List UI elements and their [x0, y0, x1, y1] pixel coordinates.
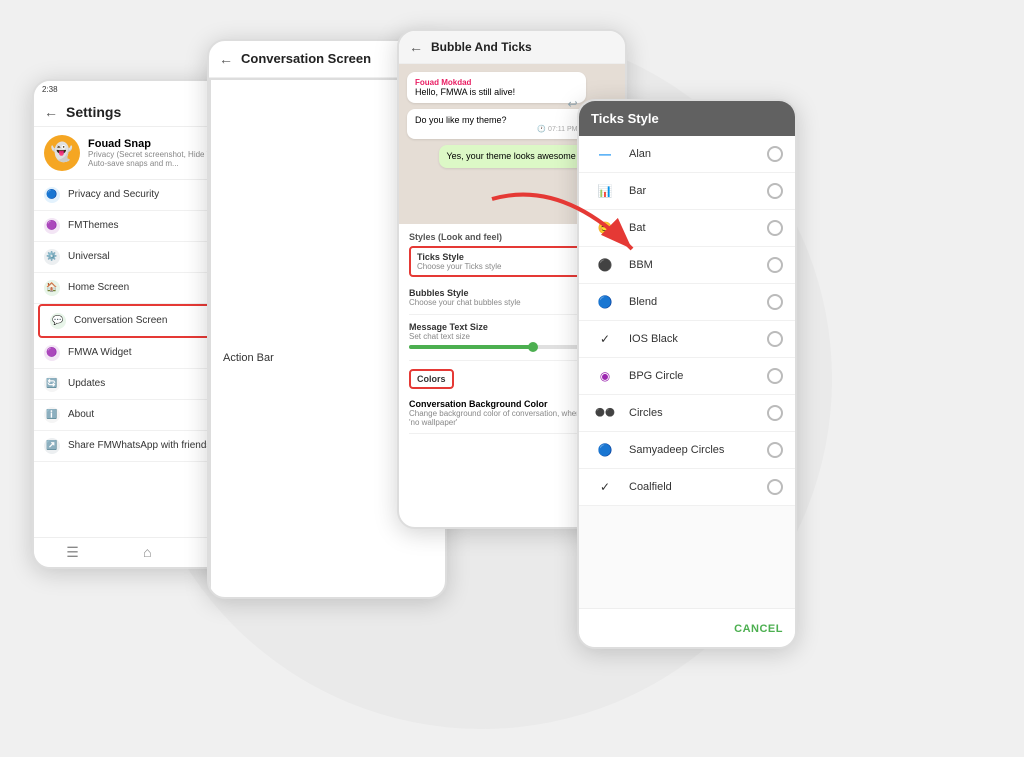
samyadeep-icon: 🔵 [591, 443, 619, 457]
conversation-icon: 💬 [50, 313, 66, 329]
back-arrow-icon[interactable]: ← [409, 39, 423, 55]
circles-icon: ⚫⚫ [591, 408, 619, 417]
alan-icon: — [591, 147, 619, 161]
menu-label-privacy: Privacy and Security [68, 189, 159, 200]
coalfield-icon: ✓ [591, 480, 619, 494]
menu-label-homescreen: Home Screen [68, 282, 129, 293]
cancel-button[interactable]: CANCEL [734, 623, 783, 635]
menu-label-universal: Universal [68, 251, 110, 262]
ticks-style-screen-title: Ticks Style [591, 111, 659, 126]
circles-radio[interactable] [767, 405, 783, 421]
blend-label: Blend [629, 296, 767, 308]
widget-icon: 🟣 [44, 345, 60, 361]
cancel-bar: CANCEL [579, 608, 795, 647]
tick-item-bbm[interactable]: ⚫ BBM [579, 247, 795, 284]
message-time: 🕐 07:11 PM [415, 125, 578, 133]
bar-radio[interactable] [767, 183, 783, 199]
updates-icon: 🔄 [44, 376, 60, 392]
tick-item-blend[interactable]: 🔵 Blend [579, 284, 795, 321]
bbm-label: BBM [629, 259, 767, 271]
chat-bubble-1: Fouad Mokdad Hello, FMWA is still alive!… [407, 72, 586, 103]
msg-size-title: Message Text Size [409, 322, 488, 332]
coalfield-label: Coalfield [629, 481, 767, 493]
blend-icon: 🔵 [591, 295, 619, 309]
menu-label-conversation: Conversation Screen [74, 315, 167, 326]
bat-icon: 😊 [591, 221, 619, 235]
action-bar-label: Action Bar [223, 352, 274, 364]
universal-icon: ⚙️ [44, 249, 60, 265]
ios-black-icon: ✓ [591, 332, 619, 346]
alan-radio[interactable] [767, 146, 783, 162]
menu-label-about: About [68, 409, 94, 420]
bubble-ticks-title: Bubble And Ticks [431, 40, 532, 54]
tick-item-coalfield[interactable]: ✓ Coalfield [579, 469, 795, 506]
message-text: Hello, FMWA is still alive! [415, 87, 578, 97]
tick-item-bpg[interactable]: ◉ BPG Circle [579, 358, 795, 395]
bg-color-title: Conversation Background Color [409, 399, 604, 409]
message-text: Do you like my theme? [415, 115, 578, 125]
conversation-screen-title: Conversation Screen [241, 51, 371, 66]
ios-black-radio[interactable] [767, 331, 783, 347]
about-icon: ℹ️ [44, 407, 60, 423]
alan-label: Alan [629, 148, 767, 160]
tick-item-bat[interactable]: 😊 Bat [579, 210, 795, 247]
tick-item-bar[interactable]: 📊 Bar [579, 173, 795, 210]
chat-bubble-2: Do you like my theme? 🕐 07:11 PM [407, 109, 586, 139]
tick-item-alan[interactable]: — Alan [579, 136, 795, 173]
bat-radio[interactable] [767, 220, 783, 236]
ios-black-label: IOS Black [629, 333, 767, 345]
menu-label-share: Share FMWhatsApp with friends! [68, 440, 214, 451]
blend-radio[interactable] [767, 294, 783, 310]
privacy-icon: 🔵 [44, 187, 60, 203]
bbm-icon: ⚫ [591, 258, 619, 272]
menu-label-widget: FMWA Widget [68, 347, 132, 358]
home-icon[interactable]: ⌂ [143, 544, 151, 561]
slider-thumb[interactable] [528, 342, 538, 352]
phone-ticks-style: Ticks Style — Alan 📊 Bar 😊 Bat ⚫ BBM [577, 99, 797, 649]
circles-label: Circles [629, 407, 767, 419]
colors-label: Colors [409, 369, 454, 389]
sender-name: Fouad Mokdad [415, 78, 578, 87]
fmthemes-icon: 🟣 [44, 218, 60, 234]
reply-icon: ↩ [567, 97, 577, 111]
coalfield-radio[interactable] [767, 479, 783, 495]
bar-icon: 📊 [591, 184, 619, 198]
homescreen-icon: 🏠 [44, 280, 60, 296]
bat-label: Bat [629, 222, 767, 234]
menu-icon[interactable]: ☰ [66, 544, 79, 561]
tick-item-circles[interactable]: ⚫⚫ Circles [579, 395, 795, 432]
tick-item-samyadeep[interactable]: 🔵 Samyadeep Circles [579, 432, 795, 469]
back-arrow-icon[interactable]: ← [44, 104, 58, 120]
share-icon: ↗️ [44, 438, 60, 454]
bpg-label: BPG Circle [629, 370, 767, 382]
bar-label: Bar [629, 185, 767, 197]
samyadeep-label: Samyadeep Circles [629, 444, 767, 456]
time-label: 2:38 [42, 85, 58, 94]
bpg-radio[interactable] [767, 368, 783, 384]
back-arrow-icon[interactable]: ← [219, 51, 233, 67]
menu-label-fmthemes: FMThemes [68, 220, 119, 231]
bpg-icon: ◉ [591, 369, 619, 383]
avatar: 👻 [44, 135, 80, 171]
tick-items-list: — Alan 📊 Bar 😊 Bat ⚫ BBM 🔵 Blend [579, 136, 795, 506]
samyadeep-radio[interactable] [767, 442, 783, 458]
settings-title: Settings [66, 104, 121, 120]
menu-label-updates: Updates [68, 378, 105, 389]
bbm-radio[interactable] [767, 257, 783, 273]
bg-color-desc: Change background color of conversation,… [409, 409, 604, 427]
slider-fill [409, 345, 533, 349]
tick-item-ios-black[interactable]: ✓ IOS Black [579, 321, 795, 358]
